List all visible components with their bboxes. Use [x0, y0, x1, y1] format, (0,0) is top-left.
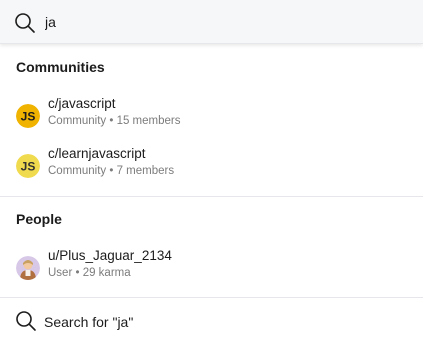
learnjavascript-community-icon: JS [16, 154, 40, 178]
community-result-learnjavascript[interactable]: JS c/learnjavascript Community • 7 membe… [0, 146, 423, 192]
search-bar[interactable] [0, 0, 423, 44]
search-icon [16, 311, 36, 331]
user-meta: User • 29 karma [48, 267, 131, 279]
community-name: c/learnjavascript [48, 146, 146, 161]
search-for-option[interactable]: Search for "ja" [0, 300, 423, 342]
search-dropdown: Communities JS c/javascript Community • … [0, 0, 423, 342]
community-meta: Community • 7 members [48, 165, 175, 177]
search-input[interactable] [45, 12, 405, 32]
community-meta: Community • 15 members [48, 115, 181, 127]
user-name: u/Plus_Jaguar_2134 [48, 248, 172, 263]
user-avatar-icon [16, 256, 40, 280]
javascript-icon-text: JS [21, 110, 36, 124]
learnjavascript-icon-text: JS [21, 160, 36, 174]
javascript-community-icon: JS [16, 104, 40, 128]
people-heading: People [16, 211, 62, 227]
section-divider [0, 196, 423, 197]
user-result-plus-jaguar[interactable]: u/Plus_Jaguar_2134 User • 29 karma [0, 248, 423, 294]
section-divider [0, 297, 423, 298]
community-name: c/javascript [48, 96, 116, 111]
community-result-javascript[interactable]: JS c/javascript Community • 15 members [0, 96, 423, 142]
communities-heading: Communities [16, 59, 105, 75]
search-for-label: Search for "ja" [44, 314, 134, 330]
search-icon [15, 13, 35, 33]
